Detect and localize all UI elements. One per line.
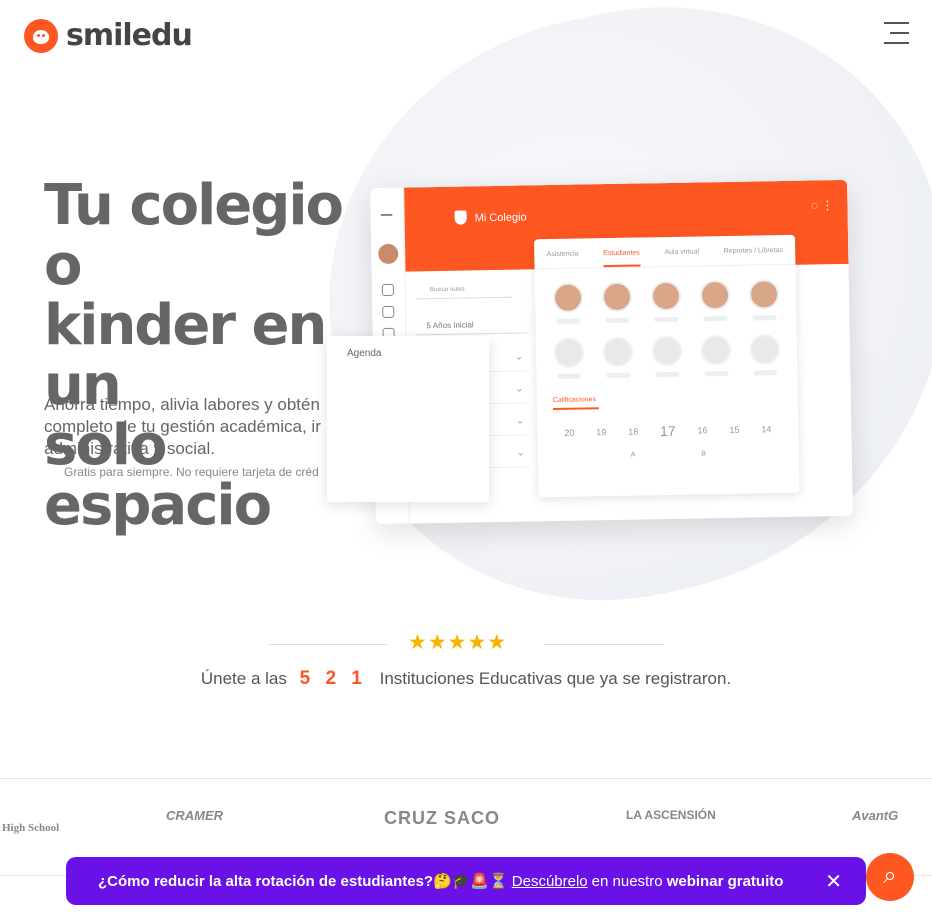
menu-icon[interactable]	[884, 22, 909, 44]
classroom-select: 5 Años Inicial	[416, 313, 529, 336]
banner-lead: ¿Cómo reducir la alta rotación de estudi…	[98, 873, 508, 890]
grade-label: A	[630, 451, 636, 459]
student-avatar	[699, 279, 730, 311]
smiledu-logo-icon	[24, 18, 58, 53]
tab-students: Estudiantes	[603, 249, 641, 268]
tab-reports: Reportes / Libretas	[723, 246, 783, 256]
student-avatar	[552, 282, 583, 314]
grade-labels: A B	[538, 437, 799, 461]
placeholder-avatar	[651, 335, 682, 367]
tab-attendance: Asistencia	[546, 250, 579, 259]
student-avatar	[650, 280, 681, 312]
grade-value: 18	[628, 426, 639, 437]
student-avatar	[748, 279, 779, 310]
logo[interactable]: smiledu	[24, 18, 193, 53]
divider	[268, 644, 388, 645]
school-logo-cruz-saco: CRUZ SACO	[384, 808, 500, 828]
hero-title: Tu colegio o kinder en un solo espacio	[44, 173, 344, 538]
grades-tab: Calificaciones	[552, 396, 599, 411]
rating-row: ★★★★★	[268, 630, 664, 656]
search-input: Buscar aulas	[415, 281, 513, 300]
banner-link[interactable]: Descúbrelo	[512, 873, 588, 890]
school-logo-la-ascension: LA ASCENSIÓN	[626, 808, 716, 822]
agenda-panel: Agenda	[327, 336, 489, 502]
webinar-banner[interactable]: ¿Cómo reducir la alta rotación de estudi…	[66, 857, 866, 905]
school-logo-high-school: High School	[2, 822, 60, 834]
grade-value: 16	[697, 425, 708, 436]
shield-icon	[454, 210, 467, 225]
student-avatar	[601, 281, 632, 313]
user-avatar	[378, 243, 399, 265]
layers-icon	[381, 283, 394, 296]
placeholder-avatar	[602, 336, 633, 368]
grade-value: 17	[659, 422, 676, 440]
students-card: Asistencia Estudiantes Aula virtual Repo…	[534, 234, 800, 498]
grade-value: 19	[596, 427, 607, 438]
placeholder-avatar	[553, 337, 584, 369]
logo-text: smiledu	[66, 18, 193, 53]
school-logo-avantgard: AvantG	[852, 808, 899, 823]
count-number: 5 2 1	[299, 668, 367, 689]
placeholder-avatar	[749, 334, 780, 365]
grade-value: 15	[729, 424, 740, 435]
menu-icon	[380, 213, 393, 217]
grade-scale: 20 19 18 17 16 15 14	[537, 406, 799, 442]
tab-virtual-classroom: Aula virtual	[664, 248, 700, 257]
banner-mid: en nuestro	[591, 872, 663, 890]
student-avatars	[535, 265, 797, 314]
grade-value: 14	[761, 424, 772, 435]
count-prefix: Únete a las	[200, 669, 287, 688]
grade-value: 20	[564, 427, 575, 438]
notification-icon: ◌ ⋮	[810, 198, 834, 213]
placeholder-avatar	[700, 334, 731, 366]
app-title: Mi Colegio	[474, 211, 527, 225]
chat-icon	[382, 305, 395, 318]
institutions-count: Únete a las 5 2 1 Instituciones Educativ…	[0, 668, 932, 690]
school-logo-cramer: CRAMER	[166, 808, 224, 823]
close-icon[interactable]: ✕	[825, 869, 842, 894]
landing-page: smiledu Tu colegio o kinder en un solo e…	[0, 0, 932, 914]
divider	[544, 644, 664, 645]
count-suffix: Instituciones Educativas que ya se regis…	[379, 669, 732, 688]
app-tabs: Asistencia Estudiantes Aula virtual Repo…	[534, 234, 796, 270]
grade-label: B	[701, 450, 706, 458]
placeholder-avatars	[536, 320, 798, 369]
help-search-button[interactable]: ⌕	[866, 853, 914, 901]
five-stars-icon: ★★★★★	[408, 631, 508, 654]
banner-end: webinar gratuito	[666, 872, 784, 890]
